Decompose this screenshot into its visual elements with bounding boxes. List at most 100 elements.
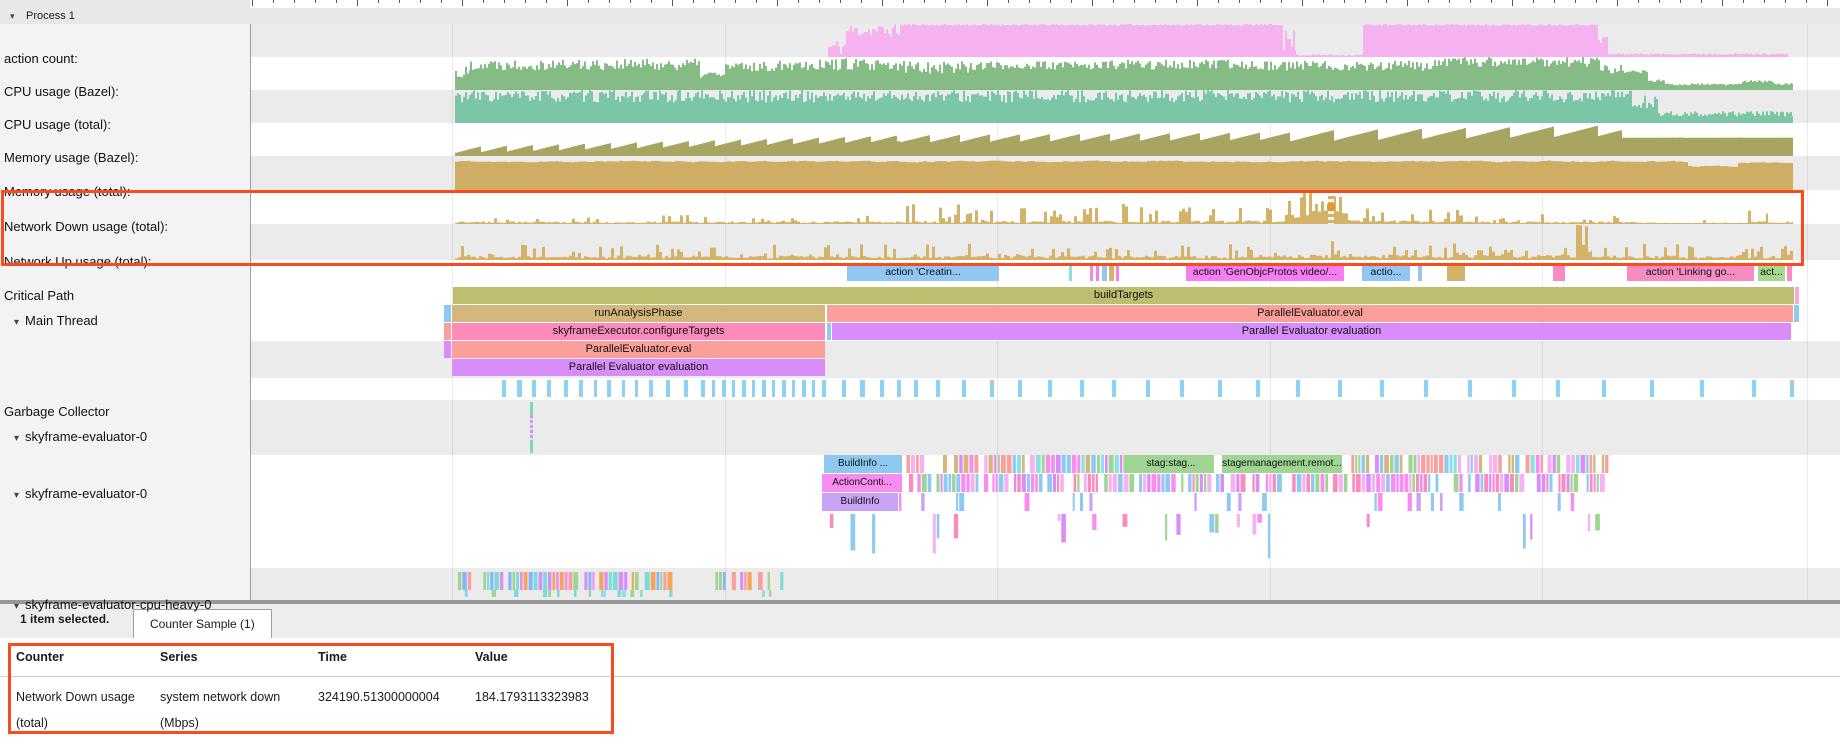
critical-path-slice[interactable] <box>1553 264 1565 281</box>
counter-chart-cpu-total[interactable] <box>0 90 1840 123</box>
slice-strip[interactable] <box>0 590 1840 597</box>
critical-path-slice[interactable]: actio... <box>1362 264 1410 281</box>
track-row-bg <box>250 400 1840 455</box>
slice-strip[interactable] <box>0 455 1840 473</box>
ruler-tick <box>315 0 316 3</box>
flame-slice[interactable] <box>444 323 451 340</box>
flame-slice[interactable]: Parallel Evaluator evaluation <box>832 323 1791 340</box>
track-row-bg <box>250 260 1840 286</box>
track-label-memory-usage-bazel: Memory usage (Bazel): <box>4 149 138 167</box>
counter-chart-cpu-bazel[interactable] <box>0 57 1840 90</box>
ruler-tick <box>1701 0 1702 3</box>
critical-path-slice[interactable] <box>1102 264 1107 281</box>
flame-slice[interactable]: ParallelEvaluator.eval <box>452 341 825 358</box>
ruler-tick <box>294 0 295 3</box>
gc-marks[interactable] <box>0 380 1840 397</box>
collapse-triangle-icon[interactable]: ▾ <box>14 490 19 501</box>
ruler-tick <box>588 0 589 3</box>
details-panel: 1 item selected. Counter Sample (1) Coun… <box>0 604 1840 742</box>
ruler-tick <box>1092 0 1093 6</box>
critical-path-slice[interactable]: action 'Creatin... <box>847 264 999 281</box>
critical-path-slice[interactable] <box>1116 264 1119 281</box>
ruler-tick <box>1218 0 1219 3</box>
ruler-tick <box>714 0 715 3</box>
process-title: Process 1 <box>26 8 75 24</box>
flame-slice[interactable] <box>444 341 451 358</box>
track-label-critical-path: Critical Path <box>4 287 74 305</box>
evaluator-slice[interactable]: BuildInfo ... <box>824 455 902 473</box>
ruler-tick <box>693 0 694 3</box>
header-divider <box>0 676 1840 677</box>
flame-slice[interactable]: skyframeExecutor.configureTargets <box>452 323 825 340</box>
ruler-tick <box>1239 0 1240 3</box>
critical-path-slice[interactable]: action 'Linking go... <box>1627 264 1754 281</box>
ruler-tick <box>1512 0 1513 6</box>
critical-path-slice[interactable] <box>1069 264 1072 281</box>
counter-chart-action-count[interactable] <box>0 24 1840 57</box>
flame-slice[interactable]: runAnalysisPhase <box>452 305 825 322</box>
flame-slice[interactable] <box>1795 287 1799 304</box>
counter-chart-net-up[interactable] <box>0 224 1840 260</box>
ruler-tick <box>1197 0 1198 6</box>
evaluator-slice[interactable]: BuildInfo <box>822 493 898 511</box>
critical-path-slice[interactable]: action 'GenObjcProtos video/... <box>1186 264 1344 281</box>
ruler-tick <box>1764 0 1765 3</box>
flame-slice[interactable] <box>1794 305 1799 322</box>
timeline-ruler[interactable] <box>0 0 1840 8</box>
critical-path-slice[interactable] <box>1096 264 1099 281</box>
collapse-triangle-icon[interactable]: ▾ <box>14 317 19 328</box>
track-label-skyframe-evaluator-0[interactable]: ▾skyframe-evaluator-0 <box>14 428 147 448</box>
critical-path-slice[interactable] <box>1109 264 1114 281</box>
critical-path-slice[interactable] <box>1418 264 1422 281</box>
ruler-tick <box>987 0 988 6</box>
slice-strip[interactable] <box>0 514 1840 552</box>
track-label-skyframe-evaluator-0[interactable]: ▾skyframe-evaluator-0 <box>14 485 147 505</box>
ruler-tick <box>1029 0 1030 3</box>
ruler-tick <box>378 0 379 3</box>
critical-path-slice[interactable]: act... <box>1758 264 1785 281</box>
ruler-tick <box>1050 0 1051 3</box>
flame-slice[interactable]: Parallel Evaluator evaluation <box>452 359 825 376</box>
col-header-time[interactable]: Time <box>318 650 468 664</box>
evaluator-slice[interactable]: ActionConti... <box>822 474 902 492</box>
slice-strip[interactable] <box>0 474 1840 492</box>
track-label-text: Network Up usage (total): <box>4 254 151 269</box>
col-header-series[interactable]: Series <box>160 650 305 664</box>
slice-strip[interactable] <box>0 493 1840 511</box>
track-label-text: action count: <box>4 51 78 66</box>
track-label-cpu-usage-total: CPU usage (total): <box>4 116 111 134</box>
ruler-tick <box>1806 0 1807 3</box>
track-label-text: CPU usage (Bazel): <box>4 84 119 99</box>
track-label-text: Garbage Collector <box>4 404 110 419</box>
process-header[interactable]: ▾ Process 1 <box>0 8 1840 25</box>
collapse-triangle-icon[interactable]: ▾ <box>14 601 19 612</box>
col-header-counter[interactable]: Counter <box>16 650 146 664</box>
ruler-tick <box>756 0 757 3</box>
ruler-tick <box>1113 0 1114 3</box>
track-label-skyframe-evaluator-cpu-heavy-0[interactable]: ▾skyframe-evaluator-cpu-heavy-0 <box>14 596 211 616</box>
ruler-tick <box>1491 0 1492 3</box>
critical-path-slice[interactable] <box>1447 264 1465 281</box>
collapse-triangle-icon[interactable]: ▾ <box>14 433 19 444</box>
flame-slice[interactable]: ParallelEvaluator.eval <box>827 305 1793 322</box>
counter-chart-net-down[interactable] <box>0 190 1840 224</box>
track-label-garbage-collector: Garbage Collector <box>4 403 110 421</box>
ruler-tick <box>1617 0 1618 6</box>
evaluator-slice[interactable]: stag:stag... <box>1128 455 1214 473</box>
track-label-main-thread[interactable]: ▾Main Thread <box>14 312 98 332</box>
flame-slice[interactable] <box>444 305 451 322</box>
critical-path-slice[interactable] <box>1090 264 1093 281</box>
critical-path-slice[interactable] <box>1787 264 1792 281</box>
counter-chart-mem-bazel[interactable] <box>0 123 1840 156</box>
flame-slice[interactable]: buildTargets <box>453 287 1794 304</box>
ruler-tick <box>462 0 463 6</box>
evaluator-slice[interactable]: stagemanagement.remot... <box>1222 455 1342 473</box>
ruler-tick <box>1638 0 1639 3</box>
slice-strip[interactable] <box>0 572 1840 590</box>
collapse-triangle-icon[interactable]: ▾ <box>10 8 15 24</box>
ruler-tick <box>735 0 736 3</box>
col-header-value[interactable]: Value <box>475 650 635 664</box>
flame-slice[interactable] <box>827 323 831 340</box>
ruler-tick <box>882 0 883 6</box>
counter-chart-mem-total[interactable] <box>0 156 1840 190</box>
